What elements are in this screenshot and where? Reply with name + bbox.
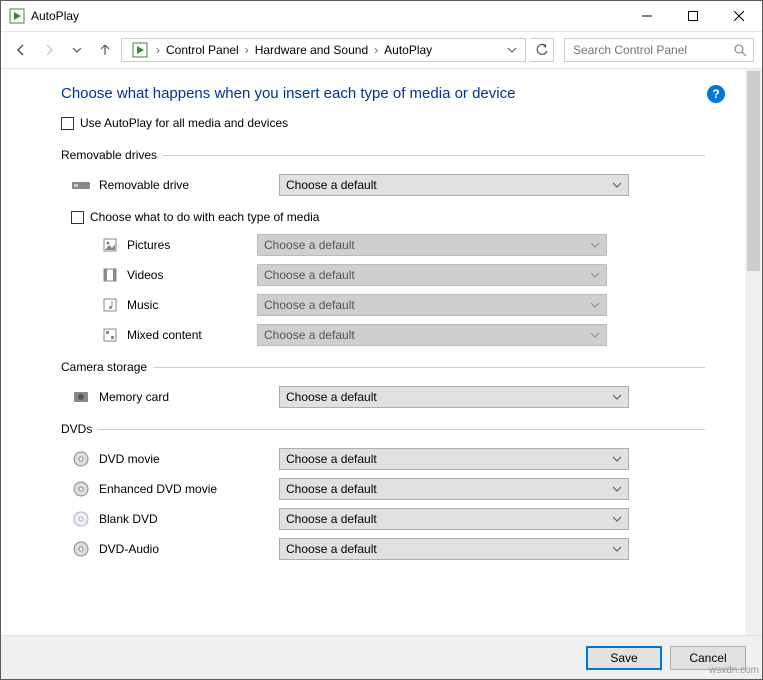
recent-locations-button[interactable]: [65, 38, 89, 62]
up-button[interactable]: [93, 38, 117, 62]
titlebar: AutoPlay: [1, 1, 762, 31]
option-videos: Videos Choose a default: [101, 260, 705, 290]
option-label: Memory card: [99, 390, 279, 404]
memory-card-icon: [71, 387, 91, 407]
autoplay-icon: [130, 40, 150, 60]
search-input[interactable]: [571, 42, 733, 58]
page-heading: Choose what happens when you insert each…: [61, 85, 705, 102]
select-mixed-content[interactable]: Choose a default: [257, 324, 607, 346]
option-label: Enhanced DVD movie: [99, 482, 279, 496]
back-button[interactable]: [9, 38, 33, 62]
chevron-down-icon: [612, 544, 622, 554]
select-music[interactable]: Choose a default: [257, 294, 607, 316]
select-enhanced-dvd-movie[interactable]: Choose a default: [279, 478, 629, 500]
checkbox-label: Choose what to do with each type of medi…: [90, 210, 319, 224]
chevron-down-icon: [612, 514, 622, 524]
select-memory-card[interactable]: Choose a default: [279, 386, 629, 408]
breadcrumb-item[interactable]: Hardware and Sound: [251, 41, 372, 59]
refresh-button[interactable]: [530, 38, 554, 62]
group-legend: DVDs: [61, 422, 98, 436]
option-blank-dvd: Blank DVD Choose a default: [61, 504, 705, 534]
option-memory-card: Memory card Choose a default: [61, 382, 705, 412]
option-pictures: Pictures Choose a default: [101, 230, 705, 260]
group-legend: Camera storage: [61, 360, 153, 374]
chevron-down-icon: [590, 330, 600, 340]
select-pictures[interactable]: Choose a default: [257, 234, 607, 256]
option-label: Removable drive: [99, 178, 279, 192]
content-area: ? Choose what happens when you insert ea…: [1, 69, 745, 635]
group-dvds: DVDs DVD movie Choose a default Enhanced…: [61, 422, 705, 564]
music-icon: [101, 296, 119, 314]
option-dvd-movie: DVD movie Choose a default: [61, 444, 705, 474]
pictures-icon: [101, 236, 119, 254]
autoplay-icon: [9, 8, 25, 24]
option-dvd-audio: DVD-Audio Choose a default: [61, 534, 705, 564]
use-autoplay-checkbox-row[interactable]: Use AutoPlay for all media and devices: [61, 116, 705, 130]
checkbox-label: Use AutoPlay for all media and devices: [80, 116, 288, 130]
close-button[interactable]: [716, 1, 762, 31]
option-enhanced-dvd-movie: Enhanced DVD movie Choose a default: [61, 474, 705, 504]
footer: Save Cancel: [1, 635, 762, 679]
disc-icon: [71, 479, 91, 499]
help-icon[interactable]: ?: [707, 85, 725, 103]
minimize-button[interactable]: [624, 1, 670, 31]
chevron-right-icon[interactable]: ›: [243, 43, 251, 57]
choose-media-type-checkbox-row[interactable]: Choose what to do with each type of medi…: [71, 210, 705, 224]
group-camera-storage: Camera storage Memory card Choose a defa…: [61, 360, 705, 412]
mixed-content-icon: [101, 326, 119, 344]
save-button[interactable]: Save: [586, 646, 662, 670]
maximize-button[interactable]: [670, 1, 716, 31]
option-label: DVD movie: [99, 452, 279, 466]
disc-icon: [71, 449, 91, 469]
option-music: Music Choose a default: [101, 290, 705, 320]
videos-icon: [101, 266, 119, 284]
breadcrumb[interactable]: › Control Panel › Hardware and Sound › A…: [121, 38, 526, 62]
option-label: Mixed content: [127, 328, 257, 342]
chevron-right-icon[interactable]: ›: [154, 43, 162, 57]
group-removable-drives: Removable drives Removable drive Choose …: [61, 148, 705, 350]
chevron-down-icon: [590, 300, 600, 310]
vertical-scrollbar[interactable]: [745, 69, 762, 635]
checkbox-icon[interactable]: [71, 211, 84, 224]
checkbox-icon[interactable]: [61, 117, 74, 130]
disc-icon: [71, 539, 91, 559]
forward-button[interactable]: [37, 38, 61, 62]
option-label: Pictures: [127, 238, 257, 252]
select-videos[interactable]: Choose a default: [257, 264, 607, 286]
breadcrumb-item[interactable]: AutoPlay: [380, 41, 436, 59]
select-dvd-movie[interactable]: Choose a default: [279, 448, 629, 470]
scrollbar-thumb[interactable]: [747, 71, 760, 271]
chevron-down-icon: [612, 484, 622, 494]
chevron-right-icon[interactable]: ›: [372, 43, 380, 57]
select-dvd-audio[interactable]: Choose a default: [279, 538, 629, 560]
breadcrumb-item[interactable]: Control Panel: [162, 41, 243, 59]
select-blank-dvd[interactable]: Choose a default: [279, 508, 629, 530]
option-label: Blank DVD: [99, 512, 279, 526]
search-box[interactable]: [564, 38, 754, 62]
autoplay-window: AutoPlay › Control Panel › Hardware and …: [0, 0, 763, 680]
group-legend: Removable drives: [61, 148, 163, 162]
option-mixed-content: Mixed content Choose a default: [101, 320, 705, 350]
drive-icon: [71, 175, 91, 195]
watermark: wsxdn.com: [709, 665, 759, 676]
chevron-down-icon: [590, 240, 600, 250]
chevron-down-icon[interactable]: [503, 45, 521, 55]
window-title: AutoPlay: [31, 9, 79, 23]
option-label: DVD-Audio: [99, 542, 279, 556]
option-label: Videos: [127, 268, 257, 282]
navbar: › Control Panel › Hardware and Sound › A…: [1, 32, 762, 68]
option-removable-drive: Removable drive Choose a default: [61, 170, 705, 200]
search-icon[interactable]: [733, 43, 747, 57]
select-removable-drive[interactable]: Choose a default: [279, 174, 629, 196]
chevron-down-icon: [590, 270, 600, 280]
chevron-down-icon: [612, 454, 622, 464]
option-label: Music: [127, 298, 257, 312]
chevron-down-icon: [612, 180, 622, 190]
disc-icon: [71, 509, 91, 529]
chevron-down-icon: [612, 392, 622, 402]
